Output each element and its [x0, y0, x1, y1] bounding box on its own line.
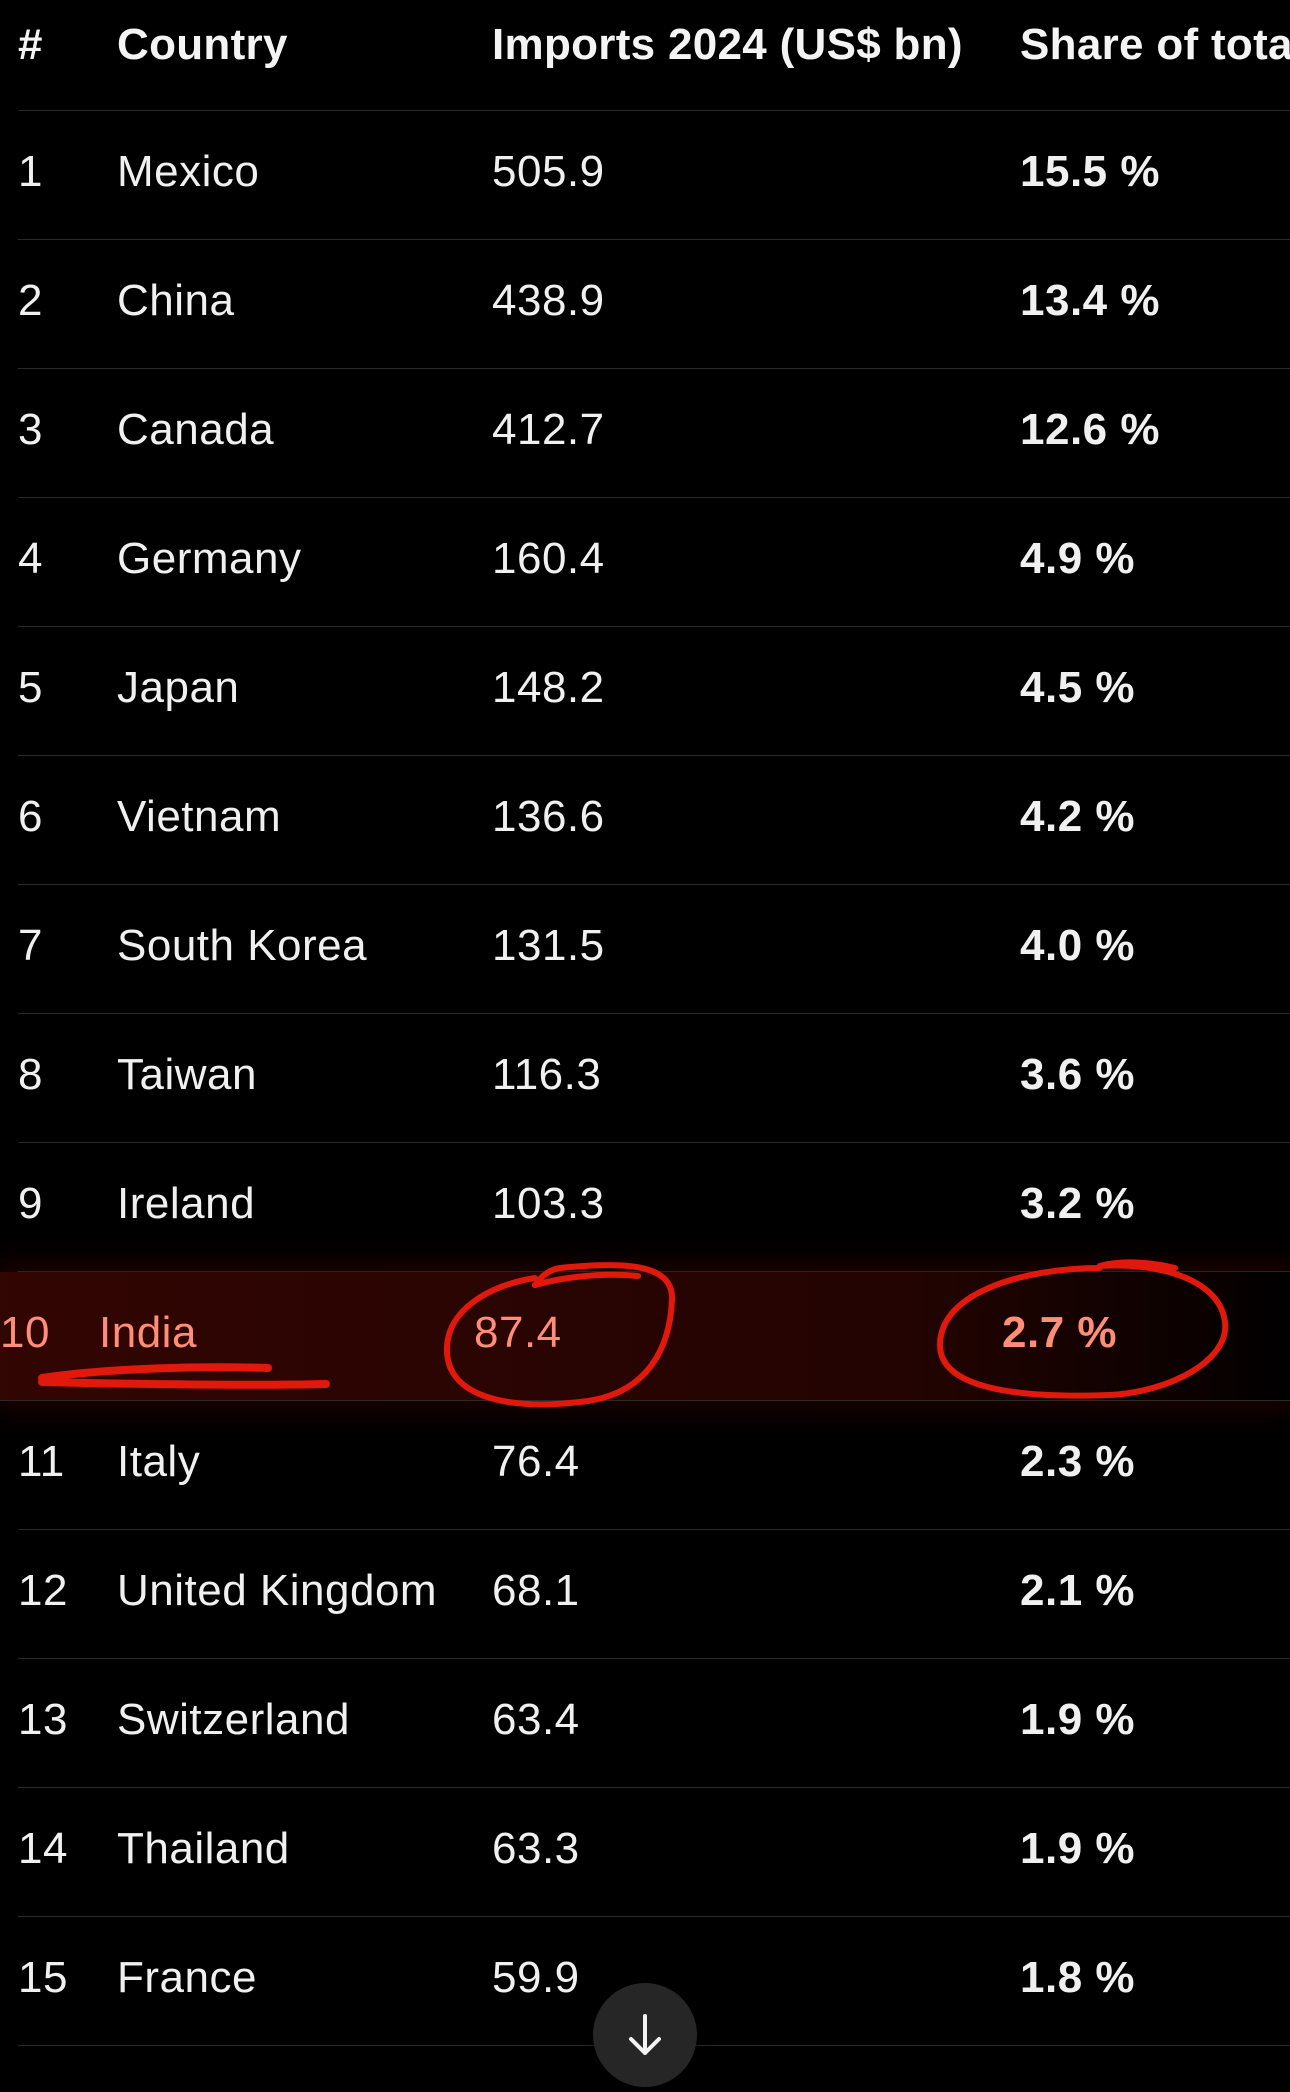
row-country: Taiwan: [117, 1050, 257, 1099]
row-rank: 5: [18, 663, 43, 712]
row-rank: 8: [18, 1050, 43, 1099]
row-share: 12.6 %: [1020, 405, 1160, 454]
row-imports: 505.9: [492, 147, 605, 196]
row-country: India: [99, 1308, 197, 1357]
row-country: United Kingdom: [117, 1566, 438, 1615]
table-row: 5 Japan 148.2 4.5 %: [18, 627, 1290, 756]
table-row: 6 Vietnam 136.6 4.2 %: [18, 756, 1290, 885]
row-share: 4.9 %: [1020, 534, 1136, 583]
row-rank: 1: [18, 147, 43, 196]
table-row: 2 China 438.9 13.4 %: [18, 240, 1290, 369]
table-row: 13 Switzerland 63.4 1.9 %: [18, 1659, 1290, 1788]
imports-table: # Country Imports 2024 (US$ bn) Share of…: [0, 0, 1290, 2046]
row-imports: 412.7: [492, 405, 605, 454]
row-country: China: [117, 276, 235, 325]
table-header: # Country Imports 2024 (US$ bn) Share of…: [18, 0, 1290, 111]
row-imports: 160.4: [492, 534, 605, 583]
row-share: 3.2 %: [1020, 1179, 1136, 1228]
row-imports: 76.4: [492, 1437, 580, 1486]
row-country: Vietnam: [117, 792, 282, 841]
row-imports: 116.3: [492, 1050, 602, 1099]
row-country: Germany: [117, 534, 302, 583]
row-imports: 136.6: [492, 792, 605, 841]
row-imports: 63.4: [492, 1695, 580, 1744]
row-country: South Korea: [117, 921, 368, 970]
row-country: Japan: [117, 663, 240, 712]
row-imports: 131.5: [492, 921, 605, 970]
table-row: 10 India 87.4 2.7 %: [0, 1272, 1290, 1401]
row-country: Thailand: [117, 1824, 290, 1873]
row-share: 3.6 %: [1020, 1050, 1136, 1099]
row-country: Italy: [117, 1437, 201, 1486]
row-share: 4.0 %: [1020, 921, 1136, 970]
row-rank: 14: [18, 1824, 68, 1873]
row-imports: 63.3: [492, 1824, 580, 1873]
row-imports: 87.4: [474, 1308, 562, 1357]
arrow-down-icon: [629, 2014, 661, 2055]
row-share: 13.4 %: [1020, 276, 1160, 325]
row-rank: 12: [18, 1566, 68, 1615]
row-country: Mexico: [117, 147, 260, 196]
row-share: 1.9 %: [1020, 1695, 1136, 1744]
row-imports: 103.3: [492, 1179, 605, 1228]
table-body: 1 Mexico 505.9 15.5 % 2 China 438.9 13.4 % 3 Cana…: [0, 111, 1290, 2046]
table-row: 8 Taiwan 116.3 3.6 %: [18, 1014, 1290, 1143]
row-share: 1.8 %: [1020, 1953, 1136, 2002]
row-share: 1.9 %: [1020, 1824, 1136, 1873]
column-header-imports: Imports 2024 (US$ bn): [492, 20, 963, 69]
table-row: 12 United Kingdom 68.1 2.1 %: [18, 1530, 1290, 1659]
table-row: 1 Mexico 505.9 15.5 %: [18, 111, 1290, 240]
row-imports: 59.9: [492, 1953, 580, 2002]
row-share: 4.2 %: [1020, 792, 1136, 841]
row-share: 4.5 %: [1020, 663, 1136, 712]
column-header-country: Country: [117, 20, 288, 69]
row-rank: 13: [18, 1695, 68, 1744]
row-country: France: [117, 1953, 257, 2002]
row-rank: 4: [18, 534, 43, 583]
row-rank: 9: [18, 1179, 43, 1228]
table-row: 14 Thailand 63.3 1.9 %: [18, 1788, 1290, 1917]
table-row: 4 Germany 160.4 4.9 %: [18, 498, 1290, 627]
column-header-rank: #: [18, 20, 43, 69]
row-share: 15.5 %: [1020, 147, 1160, 196]
row-imports: 438.9: [492, 276, 605, 325]
row-imports: 68.1: [492, 1566, 580, 1615]
row-share: 2.1 %: [1020, 1566, 1136, 1615]
row-rank: 7: [18, 921, 43, 970]
row-rank: 11: [18, 1437, 65, 1486]
row-country: Canada: [117, 405, 275, 454]
row-rank: 2: [18, 276, 43, 325]
row-rank: 3: [18, 405, 43, 454]
column-header-share: Share of tota: [1020, 20, 1290, 69]
row-imports: 148.2: [492, 663, 605, 712]
row-country: Ireland: [117, 1179, 256, 1228]
table-row: 3 Canada 412.7 12.6 %: [18, 369, 1290, 498]
table-row: 7 South Korea 131.5 4.0 %: [18, 885, 1290, 1014]
row-rank: 15: [18, 1953, 68, 2002]
table-row: 9 Ireland 103.3 3.2 %: [18, 1143, 1290, 1272]
row-share: 2.3 %: [1020, 1437, 1136, 1486]
row-rank: 6: [18, 792, 43, 841]
scroll-down-button[interactable]: [593, 1983, 697, 2087]
row-country: Switzerland: [117, 1695, 350, 1744]
row-share: 2.7 %: [1002, 1308, 1118, 1357]
table-row: 11 Italy 76.4 2.3 %: [18, 1401, 1290, 1530]
row-rank: 10: [0, 1308, 50, 1357]
